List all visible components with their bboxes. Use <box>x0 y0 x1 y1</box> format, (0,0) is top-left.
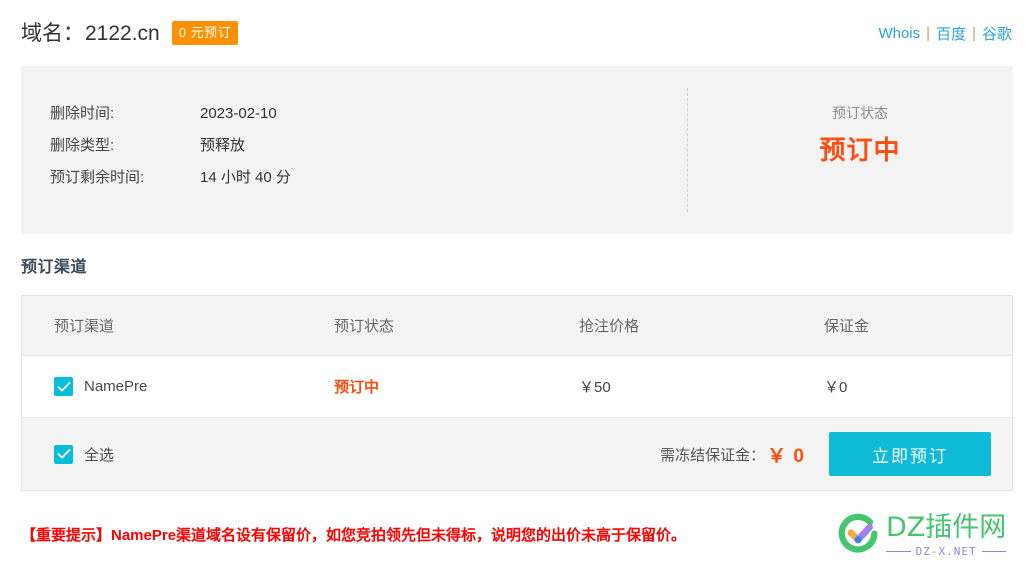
booking-status-value: 预订中 <box>819 135 901 165</box>
important-notice-text: 【重要提示】NamePre渠道域名设有保留价，如您竞拍领先但未得标，说明您的出价… <box>21 527 687 544</box>
booking-status-block: 预订状态 预订中 <box>707 102 1013 170</box>
domain-name: 2122.cn <box>85 21 160 45</box>
select-all-checkbox[interactable] <box>54 444 73 464</box>
page-header: 域名： 2122.cn 0 元预订 Whois | 百度 | 谷歌 <box>0 0 1033 66</box>
cell-channel: NamePre <box>22 377 334 396</box>
check-icon <box>57 381 70 391</box>
whois-link[interactable]: Whois <box>878 25 920 42</box>
check-icon <box>57 449 70 459</box>
domain-info-list: 删除时间: 2023-02-10 删除类型: 预释放 预订剩余时间: 14 小时… <box>50 102 291 198</box>
google-link[interactable]: 谷歌 <box>982 23 1012 44</box>
watermark-title: DZ插件网 <box>886 512 1007 543</box>
domain-label: 域名： <box>21 21 84 45</box>
info-row-remaining-time: 预订剩余时间: 14 小时 40 分 <box>50 166 291 198</box>
booking-channel-table: 预订渠道 预订状态 抢注价格 保证金 NamePre 预订中 ￥50 ￥0 全选… <box>21 295 1013 491</box>
frozen-deposit-amount: ￥ 0 <box>767 445 805 467</box>
table-header-row: 预订渠道 预订状态 抢注价格 保证金 <box>22 296 1012 356</box>
cell-status: 预订中 <box>334 379 380 396</box>
column-header-status: 预订状态 <box>334 318 395 335</box>
delete-time-value: 2023-02-10 <box>200 105 277 122</box>
cell-deposit: ￥0 <box>824 379 848 396</box>
table-footer-row: 全选 需冻结保证金： ￥ 0 立即预订 <box>22 418 1012 490</box>
channel-checkbox[interactable] <box>54 377 73 396</box>
remaining-time-value: 14 小时 40 分 <box>200 169 291 186</box>
link-separator-1: | <box>926 24 931 42</box>
watermark-line-right <box>981 551 1007 552</box>
watermark-text: DZ插件网 DZ-X.NET <box>886 512 1007 558</box>
info-row-delete-time: 删除时间: 2023-02-10 <box>50 102 291 134</box>
column-header-channel: 预订渠道 <box>54 318 115 335</box>
watermark-subtitle: DZ-X.NET <box>915 545 977 558</box>
column-header-deposit: 保证金 <box>824 318 870 335</box>
free-booking-badge: 0 元预订 <box>171 21 239 45</box>
dz-logo-icon <box>838 513 878 553</box>
remaining-time-label: 预订剩余时间: <box>50 169 145 186</box>
baidu-link[interactable]: 百度 <box>936 23 966 44</box>
booking-action-area: 需冻结保证金： ￥ 0 立即预订 <box>660 432 1012 476</box>
table-row: NamePre 预订中 ￥50 ￥0 <box>22 356 1012 418</box>
site-watermark: DZ插件网 DZ-X.NET <box>836 508 1026 564</box>
cell-price: ￥50 <box>579 379 611 396</box>
select-all-label: 全选 <box>84 446 115 464</box>
link-separator-2: | <box>972 24 976 42</box>
delete-time-label: 删除时间: <box>50 105 115 122</box>
watermark-subtitle-row: DZ-X.NET <box>886 545 1007 558</box>
info-row-delete-type: 删除类型: 预释放 <box>50 134 291 166</box>
delete-type-label: 删除类型: <box>50 137 115 154</box>
channel-name: NamePre <box>84 378 148 395</box>
delete-type-value: 预释放 <box>200 137 246 154</box>
domain-info-panel: 删除时间: 2023-02-10 删除类型: 预释放 预订剩余时间: 14 小时… <box>21 66 1013 234</box>
watermark-line-left <box>886 551 911 552</box>
booking-status-label: 预订状态 <box>832 105 888 121</box>
book-now-button[interactable]: 立即预订 <box>829 432 991 476</box>
select-all-area[interactable]: 全选 <box>22 444 114 465</box>
header-links: Whois | 百度 | 谷歌 <box>878 23 1012 44</box>
vertical-dashed-divider <box>687 88 688 212</box>
frozen-deposit-label: 需冻结保证金： <box>660 446 766 464</box>
domain-title: 域名： 2122.cn 0 元预订 <box>21 21 239 45</box>
section-title-channels: 预订渠道 <box>21 259 88 276</box>
column-header-price: 抢注价格 <box>579 318 640 335</box>
